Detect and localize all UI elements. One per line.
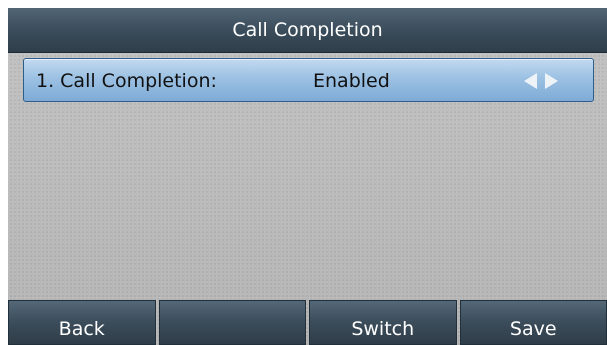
phone-screen: Call Completion 1. Call Completion: Enab… xyxy=(8,8,607,345)
empty-softkey[interactable] xyxy=(158,300,306,345)
save-button[interactable]: Save xyxy=(459,300,607,345)
softkey-bar: Back Switch Save xyxy=(8,300,607,345)
item-value: Enabled xyxy=(313,70,390,92)
page-title: Call Completion xyxy=(232,19,383,41)
triangle-left-icon[interactable] xyxy=(524,73,537,89)
triangle-right-icon[interactable] xyxy=(545,73,558,89)
back-button[interactable]: Back xyxy=(8,300,156,345)
title-bar: Call Completion xyxy=(8,8,607,53)
switch-button[interactable]: Switch xyxy=(309,300,457,345)
call-completion-item[interactable]: 1. Call Completion: Enabled xyxy=(23,58,594,102)
item-label: 1. Call Completion: xyxy=(36,70,217,92)
